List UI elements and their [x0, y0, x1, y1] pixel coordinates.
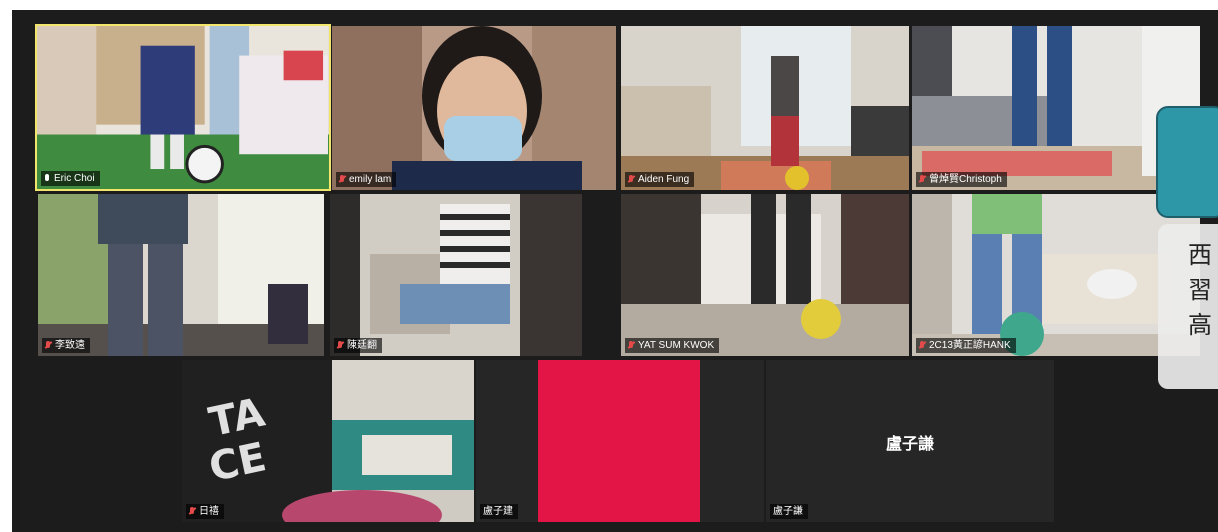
- participant-name-tag: 盧子建: [480, 504, 518, 519]
- participant-name-tag: 曾焯賢Christoph: [916, 172, 1007, 187]
- overlay-caption: 西 習 高: [1158, 224, 1218, 389]
- video-tile-eric-choi[interactable]: Eric Choi: [35, 24, 331, 191]
- muted-microphone-icon: [919, 175, 926, 184]
- video-tile-lo-tsz-kin[interactable]: 盧子建: [476, 360, 764, 522]
- participant-name-tag: Aiden Fung: [625, 172, 695, 187]
- video-tile-lee-chi-yuen[interactable]: 李致遠: [38, 194, 324, 356]
- participant-name-tag: 陳廷翻: [334, 338, 382, 353]
- video-tile-hank[interactable]: 2C13黃正諺HANK: [912, 194, 1200, 356]
- participant-name: 陳廷翻: [347, 340, 377, 351]
- participant-name: 盧子謙: [773, 506, 803, 517]
- participant-name-tag: Eric Choi: [41, 171, 100, 186]
- overlay-caption-line: 習: [1188, 276, 1212, 304]
- participant-name-tag: 日禧: [186, 504, 224, 519]
- muted-microphone-icon: [45, 341, 52, 350]
- participant-name-tag: 盧子謙: [770, 504, 808, 519]
- muted-microphone-icon: [337, 341, 344, 350]
- participant-name-tag: emily lam: [336, 172, 397, 187]
- overlay-title-box: [1156, 106, 1218, 218]
- participant-name: Aiden Fung: [638, 174, 690, 185]
- video-tile-yat-hei[interactable]: TA CE 日禧: [182, 360, 474, 522]
- video-tile-aiden-fung[interactable]: Aiden Fung: [621, 26, 909, 190]
- video-feed: [621, 26, 909, 190]
- video-feed: TA CE: [182, 360, 474, 522]
- participant-name: 李致遠: [55, 340, 85, 351]
- participant-name: 曾焯賢Christoph: [929, 174, 1002, 185]
- muted-microphone-icon: [628, 341, 635, 350]
- overlay-caption-line: 西: [1188, 241, 1212, 269]
- participant-name: 2C13黃正諺HANK: [929, 340, 1011, 351]
- video-feed: [538, 360, 700, 522]
- video-tile-lo-tsz-him[interactable]: 盧子謙 盧子謙: [766, 360, 1054, 522]
- participant-name-tag: 李致遠: [42, 338, 90, 353]
- video-feed: [621, 194, 909, 356]
- video-tile-yat-sum-kwok[interactable]: YAT SUM KWOK: [621, 194, 909, 356]
- participant-center-name: 盧子謙: [885, 436, 934, 453]
- participant-name: 盧子建: [483, 506, 513, 517]
- video-gallery: Eric Choi emily lam Aiden Fung 曾焯賢Christ…: [12, 10, 1218, 532]
- video-tile-emily-lam[interactable]: emily lam: [332, 26, 616, 190]
- muted-microphone-icon: [919, 341, 926, 350]
- video-feed: [38, 194, 324, 356]
- participant-name: Eric Choi: [54, 173, 95, 184]
- participant-name: 日禧: [199, 506, 219, 517]
- participant-name: YAT SUM KWOK: [638, 340, 715, 351]
- video-feed: [37, 26, 329, 189]
- muted-microphone-icon: [628, 175, 635, 184]
- video-tile-chan-ting[interactable]: 陳廷翻: [330, 194, 582, 356]
- muted-microphone-icon: [339, 175, 346, 184]
- muted-microphone-icon: [189, 507, 196, 516]
- microphone-icon: [44, 174, 51, 183]
- video-feed: [912, 194, 1200, 356]
- participant-name: emily lam: [349, 174, 392, 185]
- overlay-caption-line: 高: [1188, 311, 1212, 339]
- video-feed: [332, 26, 616, 190]
- participant-name-tag: YAT SUM KWOK: [625, 338, 720, 353]
- participant-name-tag: 2C13黃正諺HANK: [916, 338, 1016, 353]
- video-feed: [330, 194, 582, 356]
